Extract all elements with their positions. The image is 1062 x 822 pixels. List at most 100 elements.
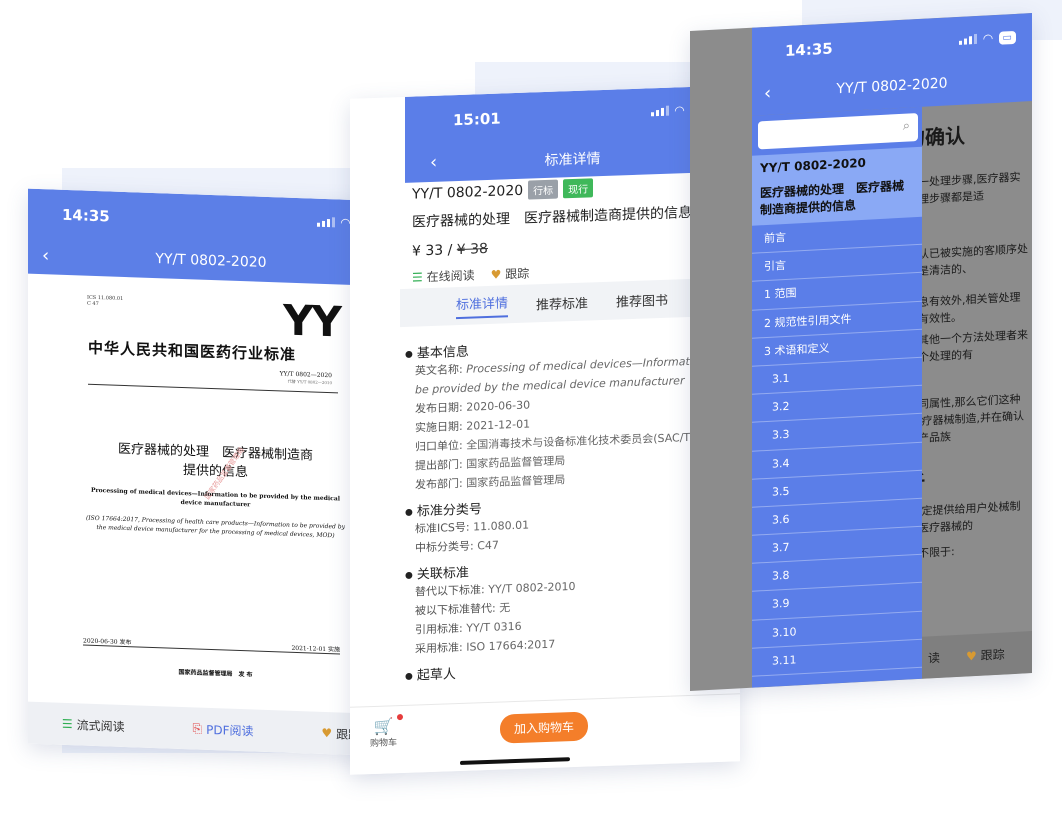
track-button[interactable]: ♥ 跟踪 xyxy=(966,645,1005,664)
cart-button[interactable]: 🛒 购物车 xyxy=(370,713,404,750)
back-icon[interactable]: ‹ xyxy=(42,245,49,266)
status-time: 14:35 xyxy=(785,39,833,60)
row-value: 国家药品监督管理局 xyxy=(466,473,566,490)
status-time: 15:01 xyxy=(453,109,501,130)
add-to-cart-button[interactable]: 加入购物车 xyxy=(500,711,589,744)
row-label: 发布部门: xyxy=(415,476,463,492)
row-label: 归口单位: xyxy=(415,438,463,454)
row-value: ISO 17664:2017 xyxy=(466,637,556,654)
row-label: 提出部门: xyxy=(415,457,463,473)
toc-sidebar: ⌕ YY/T 0802-2020 医疗器械的处理 医疗器械制造商提供的信息 前言… xyxy=(752,106,922,688)
phone-document-view: 14:35 ◠ 83 ‹ YY/T 0802-2020 ICS 11.080.0… xyxy=(28,188,394,757)
status-bar: 14:35 ◠ ▭ xyxy=(690,13,1032,79)
wifi-icon: ◠ xyxy=(674,103,685,118)
toc-code: YY/T 0802-2020 xyxy=(760,155,866,176)
wifi-icon: ◠ xyxy=(340,215,351,230)
current-tag: 现行 xyxy=(563,178,594,199)
read-button[interactable]: 读 xyxy=(928,648,940,666)
detail-info: 基本信息 英文名称: Processing of medical devices… xyxy=(405,325,735,684)
original-price: ¥ 38 xyxy=(456,240,488,259)
row-value: 无 xyxy=(499,601,511,615)
phone-toc-view: 14:35 ◠ ▭ ‹ YY/T 0802-2020 的设备。 理的确认 中的每… xyxy=(690,13,1032,691)
status-time: 14:35 xyxy=(62,205,110,226)
flow-read-button[interactable]: ☰ 流式阅读 xyxy=(62,715,125,734)
tab-standard-detail[interactable]: 标准详情 xyxy=(456,291,509,319)
nav-title: YY/T 0802-2020 xyxy=(836,75,948,98)
home-indicator xyxy=(460,757,570,765)
toc-header: YY/T 0802-2020 医疗器械的处理 医疗器械制造商提供的信息 xyxy=(752,146,922,226)
signal-icon xyxy=(650,105,669,117)
ics-code: ICS 11.080.01 C 47 xyxy=(87,294,124,308)
search-icon: ⌕ xyxy=(902,118,910,134)
row-label: 被以下标准替代: xyxy=(415,601,496,618)
issuer: 国家药品监督管理局 发 布 xyxy=(178,668,253,679)
row-value: YY/T 0802-2010 xyxy=(488,579,576,596)
header: 14:35 ◠ 83 ‹ YY/T 0802-2020 xyxy=(28,188,394,287)
signal-icon xyxy=(316,217,335,228)
toc-title: 医疗器械的处理 医疗器械制造商提供的信息 xyxy=(760,178,905,218)
list-icon: ☰ xyxy=(412,270,423,285)
phone-detail-view: 15:01 ◠ 79 ‹ 标准详情 YY/T 0802-2020 行标 现行 医… xyxy=(350,85,740,775)
nav-title: 标准详情 xyxy=(544,151,601,170)
row-label: 发布日期: xyxy=(415,400,463,416)
current-price: ¥ 33 / xyxy=(412,242,453,260)
tab-recommended-books[interactable]: 推荐图书 xyxy=(616,289,668,310)
nav-bar: ‹ YY/T 0802-2020 xyxy=(752,71,1032,104)
wifi-icon: ◠ xyxy=(983,31,993,46)
standard-summary: YY/T 0802-2020 行标 现行 医疗器械的处理 医疗器械制造商提供的信… xyxy=(412,173,732,285)
toc-list: 前言 引言 1 范围 2 规范性引用文件 3 术语和定义 3.1 3.2 3.3… xyxy=(752,216,922,677)
track-label: 跟踪 xyxy=(980,646,1005,663)
document-page[interactable]: ICS 11.080.01 C 47 YY 中华人民共和国医药行业标准 YY/T… xyxy=(73,288,358,713)
heart-icon: ♥ xyxy=(490,267,502,282)
standard-title: 中华人民共和国医药行业标准 xyxy=(88,338,297,364)
cart-badge xyxy=(397,713,404,721)
row-value: 国家药品监督管理局 xyxy=(466,454,566,471)
price: ¥ 33 / ¥ 38 xyxy=(412,232,732,260)
iso-note: (ISO 17664:2017, Processing of health ca… xyxy=(85,514,346,540)
heart-icon: ♥ xyxy=(321,725,333,741)
cart-icon: 🛒 xyxy=(370,713,404,736)
pdf-read-button[interactable]: ⎘ PDF阅读 xyxy=(193,720,254,739)
back-icon[interactable]: ‹ xyxy=(430,152,437,173)
row-value: 11.080.01 xyxy=(473,518,530,534)
row-value: YY/T 0316 xyxy=(466,619,522,635)
bottom-toolbar: 读 ♥ 跟踪 xyxy=(922,631,1032,679)
row-label: 标准ICS号: xyxy=(415,520,470,536)
online-read-button[interactable]: ☰ 在线阅读 xyxy=(412,266,475,285)
row-label: 英文名称: xyxy=(415,362,463,378)
row-value: 2020-06-30 xyxy=(466,398,531,414)
standard-title: 医疗器械的处理 医疗器械制造商提供的信息 xyxy=(412,204,692,231)
status-icons: ◠ ▭ xyxy=(959,30,1016,47)
standard-code: YY/T 0802-2020 xyxy=(412,182,524,203)
list-icon: ☰ xyxy=(61,716,73,732)
bottom-bar: 🛒 购物车 加入购物车 xyxy=(350,693,740,775)
track-button[interactable]: ♥ 跟踪 xyxy=(491,265,530,283)
signal-icon xyxy=(959,33,978,45)
tab-recommended-standards[interactable]: 推荐标准 xyxy=(536,292,588,313)
cart-label: 购物车 xyxy=(370,738,398,750)
row-label: 实施日期: xyxy=(415,419,463,435)
replaces-note: 代替 YY/T 0802—2010 xyxy=(287,378,332,386)
pdf-icon: ⎘ xyxy=(192,720,203,736)
header: 14:35 ◠ ▭ ‹ YY/T 0802-2020 xyxy=(752,13,1032,116)
toc-search-input[interactable]: ⌕ xyxy=(758,113,918,150)
online-read-label: 在线阅读 xyxy=(426,268,475,285)
back-icon[interactable]: ‹ xyxy=(764,83,771,104)
pdf-read-label: PDF阅读 xyxy=(206,722,254,738)
row-label: 采用标准: xyxy=(415,640,463,656)
track-label: 跟踪 xyxy=(505,266,530,282)
nav-title: YY/T 0802-2020 xyxy=(155,251,267,271)
row-label: 中标分类号: xyxy=(415,539,474,555)
heart-icon: ♥ xyxy=(966,648,977,663)
battery-icon: ▭ xyxy=(998,30,1016,45)
industry-tag: 行标 xyxy=(528,179,559,200)
nav-bar: ‹ YY/T 0802-2020 xyxy=(28,245,394,276)
yy-logo: YY xyxy=(283,295,340,347)
row-value: 2021-12-01 xyxy=(466,417,531,433)
document-title-en: Processing of medical devices—Informatio… xyxy=(91,486,340,509)
row-value: C47 xyxy=(477,538,499,553)
flow-read-label: 流式阅读 xyxy=(76,717,125,734)
row-label: 替代以下标准: xyxy=(415,583,485,599)
section-drafters: 起草人 xyxy=(405,653,735,684)
tab-bar: 标准详情 推荐标准 推荐图书 xyxy=(400,277,740,328)
